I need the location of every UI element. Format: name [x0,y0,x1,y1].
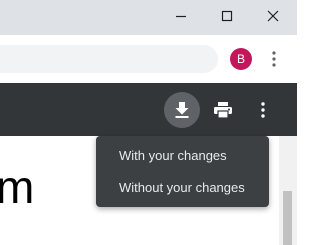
close-icon [267,10,279,22]
scrollbar-thumb[interactable] [283,191,292,245]
minimize-icon [176,15,186,18]
vertical-dots-icon [272,51,276,67]
pdf-more-actions-button[interactable] [245,92,281,128]
download-icon [175,102,189,118]
close-button[interactable] [250,0,296,32]
browser-window: B m With your changes Without your chang… [0,0,297,245]
document-text: m [0,161,35,213]
address-bar[interactable] [0,45,218,73]
browser-toolbar: B [0,35,297,83]
menu-item-without-changes[interactable]: Without your changes [96,171,269,203]
maximize-icon [221,10,233,22]
print-button[interactable] [205,92,241,128]
maximize-button[interactable] [204,0,250,32]
profile-avatar[interactable]: B [230,48,252,70]
download-button[interactable] [164,92,200,128]
menu-item-with-changes[interactable]: With your changes [96,139,269,171]
print-icon [214,102,232,118]
download-options-menu: With your changes Without your changes [96,136,269,207]
vertical-dots-icon [261,102,265,118]
title-bar [0,0,297,35]
minimize-button[interactable] [158,0,204,32]
pdf-toolbar [0,83,297,136]
browser-menu-button[interactable] [264,47,284,71]
